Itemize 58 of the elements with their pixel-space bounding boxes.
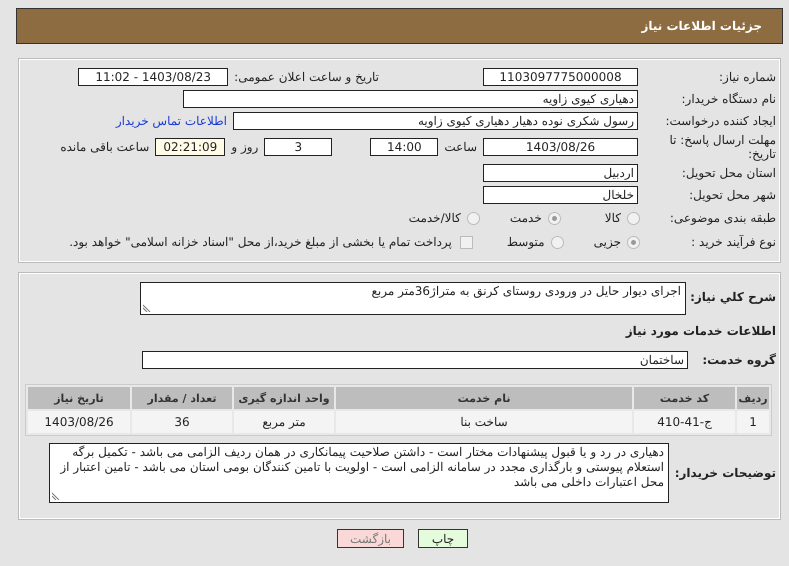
radio-label: کالا/خدمت	[408, 211, 461, 225]
table-cell: ساخت بنا	[336, 411, 632, 433]
table-cell: 1	[737, 411, 769, 433]
column-header: نام خدمت	[336, 387, 632, 409]
field-label: شماره نیاز:	[718, 70, 776, 84]
checkbox[interactable]	[460, 236, 473, 248]
table-cell: متر مربع	[234, 411, 334, 433]
text-field[interactable]: 02:21:09	[155, 138, 226, 156]
field-label: مهلت ارسال پاسخ: تا تاریخ:	[668, 133, 776, 161]
column-header: ردیف	[737, 387, 769, 409]
resize-grip-icon[interactable]	[143, 303, 152, 312]
field-label: ایجاد کننده درخواست:	[664, 114, 776, 128]
column-header: واحد اندازه گیری	[234, 387, 334, 409]
field-label: نوع فرآیند خرید :	[690, 235, 776, 249]
text-field[interactable]: 1103097775000008	[483, 68, 638, 86]
radio-button[interactable]	[550, 236, 564, 248]
text-field[interactable]: اردبیل	[483, 164, 638, 182]
field-label: ساعت	[444, 140, 477, 154]
text-field[interactable]: خلخال	[483, 186, 638, 204]
field-label: شهر محل تحویل:	[688, 188, 776, 202]
column-header: تعداد / مقدار	[132, 387, 232, 409]
text-field[interactable]: دهیاری کیوی زاویه	[183, 90, 638, 108]
field-label: روز و	[231, 140, 258, 154]
table-cell: ج-41-410	[634, 411, 735, 433]
field-label: شرح کلي نیاز:	[689, 289, 776, 304]
field-label: نام دستگاه خریدار:	[680, 92, 776, 106]
description-text-area[interactable]: اجرای دیوار حایل در ورودی روستای کرنق به متراژ36متر مربع	[140, 282, 686, 315]
column-header: تاریخ نیاز	[28, 387, 130, 409]
text-field[interactable]: 1403/08/23 - 11:02	[78, 68, 228, 86]
section-heading: اطلاعات خدمات مورد نیاز	[626, 324, 776, 338]
radio-button[interactable]	[466, 212, 480, 224]
text-field[interactable]: 3	[264, 138, 332, 156]
page-title: جزئیات اطلاعات نیاز	[641, 19, 762, 33]
checkbox-label: پرداخت تمام یا بخشی از مبلغ خرید،از محل "اسناد خزانه اسلامی" خواهد بود.	[69, 235, 452, 249]
radio-label: کالا	[604, 211, 621, 225]
field-label: گروه خدمت:	[701, 353, 776, 367]
table-cell: 1403/08/26	[28, 411, 130, 433]
table-cell: 36	[132, 411, 232, 433]
field-label: تاریخ و ساعت اعلان عمومی:	[234, 70, 379, 84]
radio-label: خدمت	[510, 211, 542, 225]
field-label: ساعت باقی مانده	[60, 140, 150, 154]
radio-button[interactable]	[627, 236, 640, 248]
text-field[interactable]: ساختمان	[142, 351, 688, 369]
field-label: طبقه بندی موضوعی:	[668, 211, 776, 225]
text-field[interactable]: 14:00	[370, 138, 438, 156]
radio-button[interactable]	[548, 212, 561, 224]
text-field[interactable]: 1403/08/26	[483, 138, 638, 156]
radio-label: متوسط	[506, 235, 545, 249]
field-label: استان محل تحویل:	[680, 166, 776, 180]
notes-text-area[interactable]: دهیاری در رد و یا قبول پیشنهادات مختار است - داشتن صلاحیت پیمانکاری در همان ردیف الزامی می باشد - تکمیل برگه استعلام پیوستی و بارگذاری مجدد در سامانه الزامی است - اولویت با تامین کنندگان بومی استان می باشد - تامین اعتبار از محل اعتبارات داخلی می باشد	[49, 443, 669, 503]
resize-grip-icon[interactable]	[52, 491, 61, 500]
print-button[interactable]: چاپ	[418, 529, 468, 548]
text-field[interactable]: رسول شکری نوده دهیار دهیاری کیوی زاویه	[233, 112, 638, 130]
radio-button[interactable]	[627, 212, 640, 224]
buyer-contact-link[interactable]: اطلاعات تماس خریدار	[116, 114, 227, 128]
field-label: توضیحات خریدار:	[674, 466, 776, 480]
radio-label: جزیی	[594, 235, 621, 249]
column-header: کد خدمت	[634, 387, 735, 409]
